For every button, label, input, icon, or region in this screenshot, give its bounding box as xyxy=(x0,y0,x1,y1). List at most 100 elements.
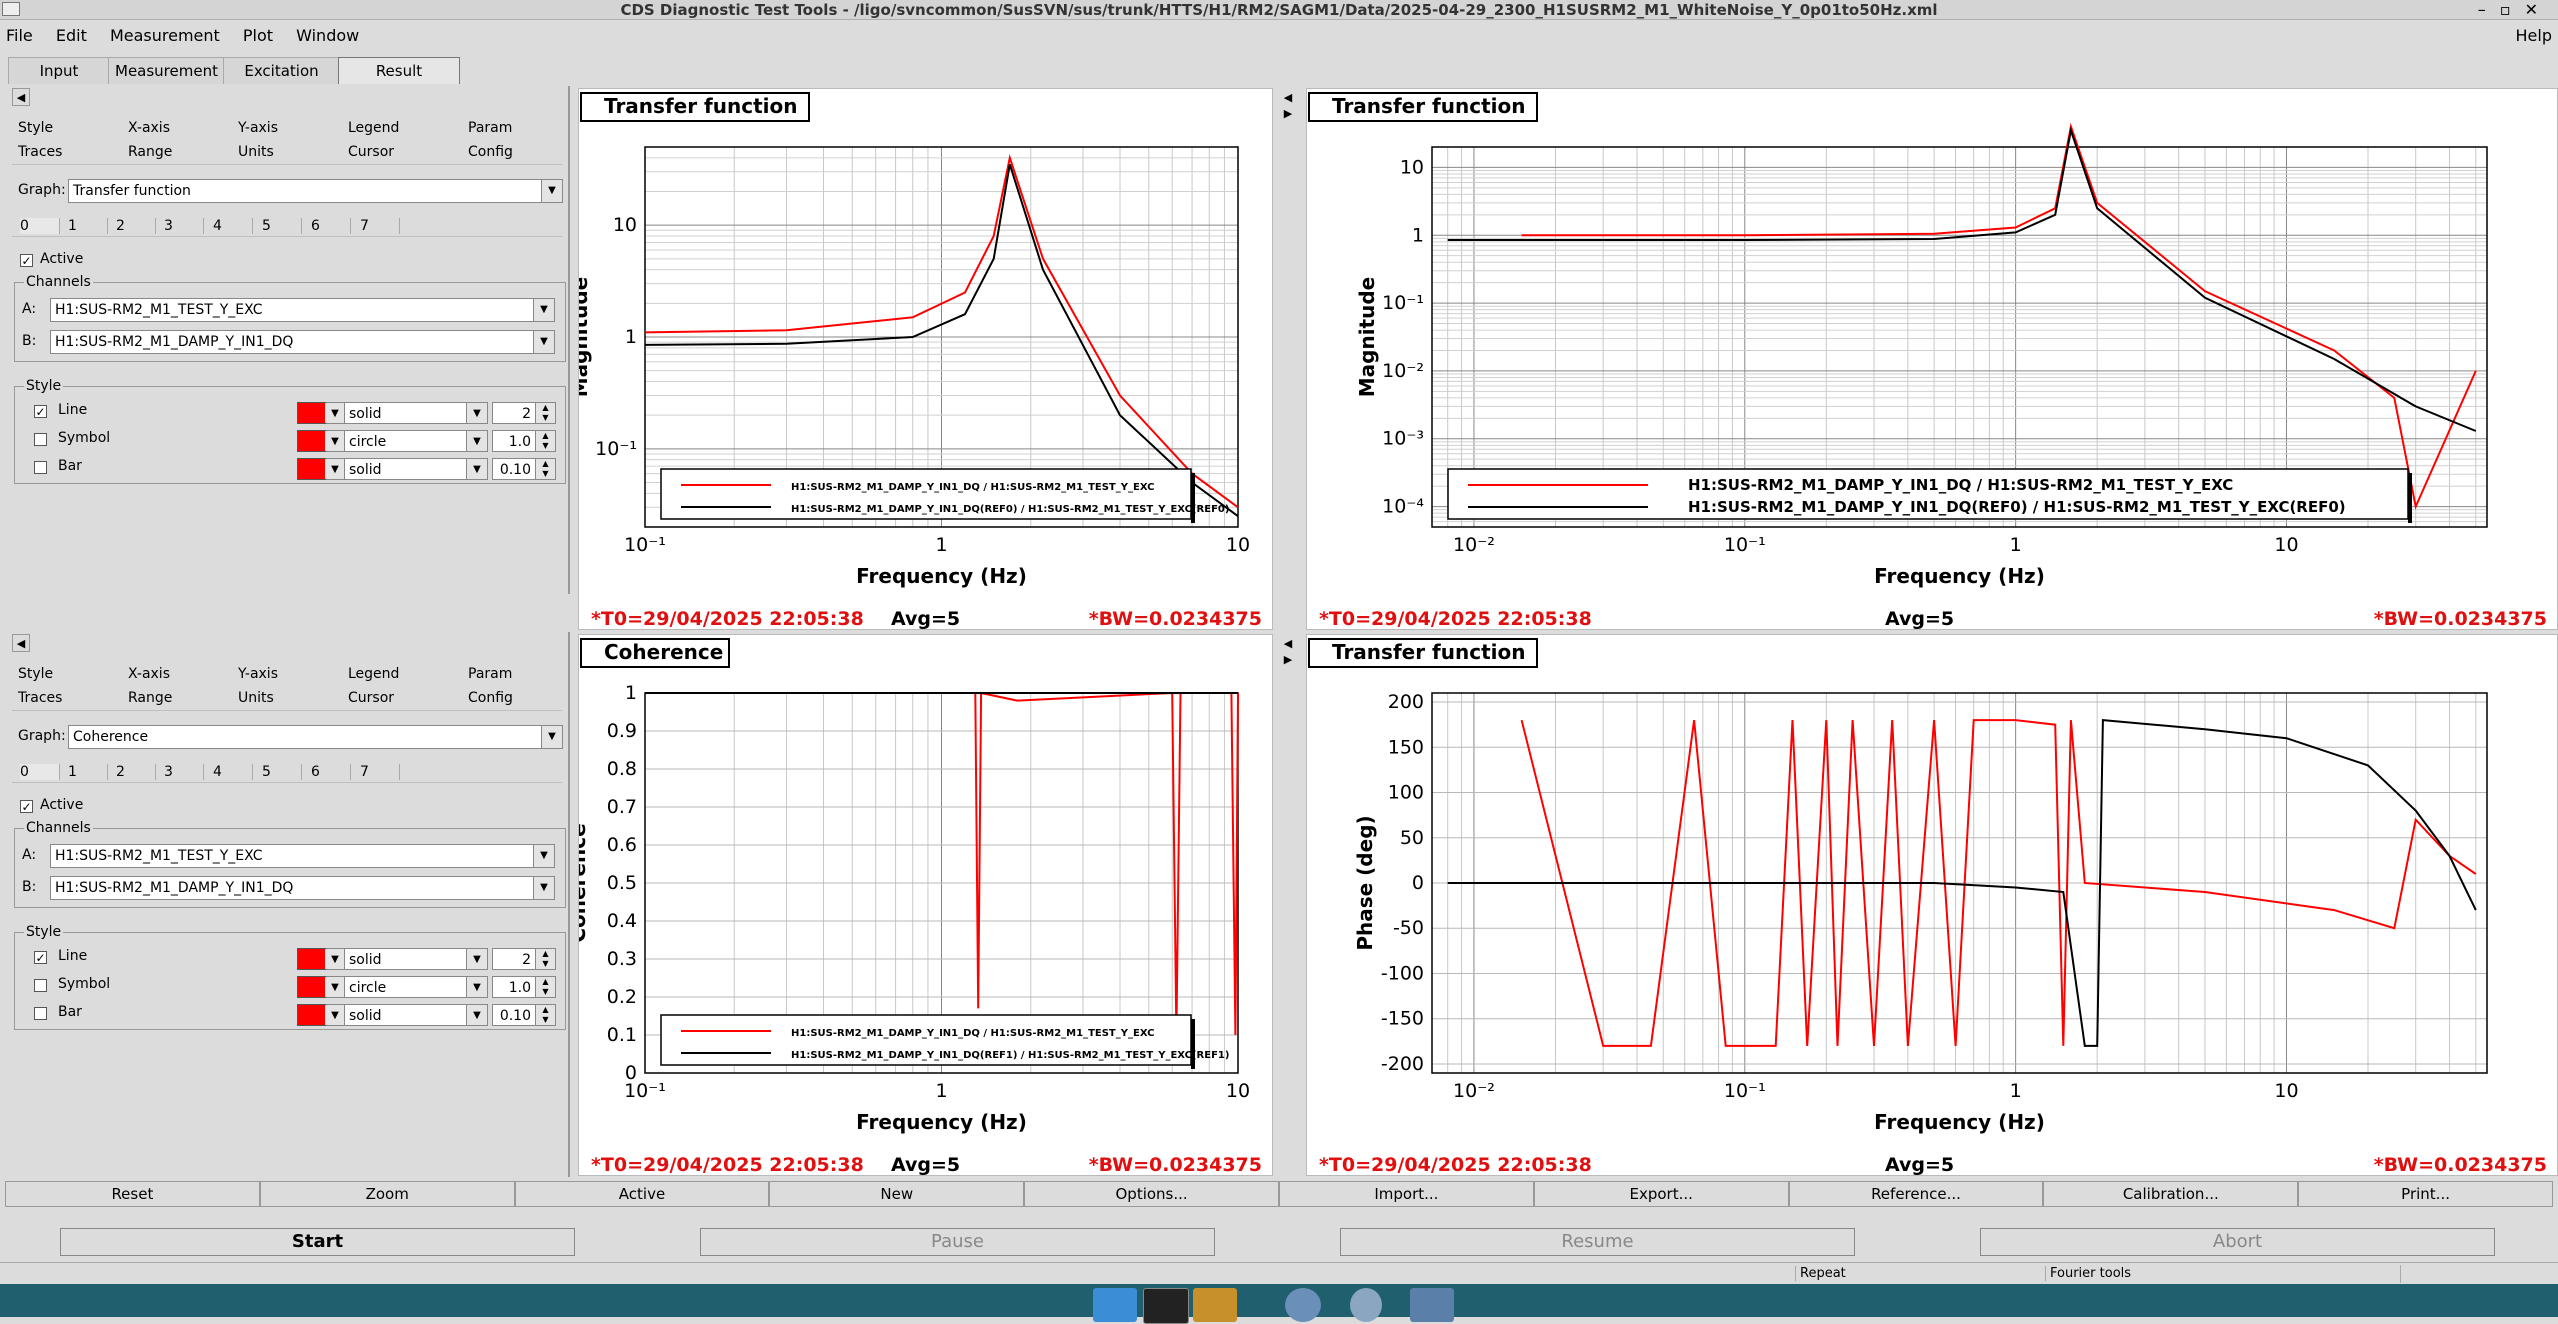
line-checkbox[interactable]: ✓ xyxy=(34,951,47,964)
chevron-down-icon[interactable]: ▼ xyxy=(533,331,554,353)
menu-measurement[interactable]: Measurement xyxy=(110,26,220,45)
subtab-y-axis[interactable]: Y-axis xyxy=(238,120,348,136)
collapse-arrow-icon[interactable]: ◀ xyxy=(12,88,30,106)
symbol-style-select[interactable]: circle ▼ xyxy=(344,976,488,998)
chevron-down-icon[interactable]: ▼ xyxy=(533,299,554,321)
reference-button[interactable]: Reference... xyxy=(1788,1181,2044,1207)
subtab-config[interactable]: Config xyxy=(468,690,568,706)
import-button[interactable]: Import... xyxy=(1279,1181,1534,1207)
channel-b-select[interactable]: H1:SUS-RM2_M1_DAMP_Y_IN1_DQ ▼ xyxy=(50,876,555,900)
subtab-legend[interactable]: Legend xyxy=(348,666,468,682)
symbol-checkbox[interactable] xyxy=(34,433,47,446)
chevron-down-icon[interactable]: ▼ xyxy=(541,726,562,748)
graph-select[interactable]: Transfer function ▼ xyxy=(68,179,563,203)
active-button[interactable]: Active xyxy=(514,1181,770,1207)
trace-tab-7[interactable]: 7 xyxy=(360,764,400,780)
symbol-checkbox[interactable] xyxy=(34,979,47,992)
bar-style-select[interactable]: solid ▼ xyxy=(344,1004,488,1026)
active-checkbox[interactable]: ✓ xyxy=(20,800,33,813)
chevron-down-icon[interactable]: ▼ xyxy=(533,877,554,899)
bar-color-swatch[interactable] xyxy=(297,458,327,480)
resume-button[interactable]: Resume xyxy=(1340,1228,1855,1256)
menu-window[interactable]: Window xyxy=(296,26,359,45)
line-color-dropdown[interactable]: ▼ xyxy=(325,948,346,970)
minimize-icon[interactable]: – xyxy=(2478,0,2500,19)
bar-style-select[interactable]: solid ▼ xyxy=(344,458,488,480)
subtab-style[interactable]: Style xyxy=(18,666,128,682)
trace-tab-2[interactable]: 2 xyxy=(116,764,156,780)
menu-edit[interactable]: Edit xyxy=(56,26,87,45)
plot-panel-2[interactable]: 10⁻² 10⁻¹ 1 10 10 1 10⁻¹ 10⁻² 10⁻³ 10⁻⁴ Frequency … xyxy=(1306,88,2558,630)
trace-tab-0[interactable]: 0 xyxy=(20,764,60,780)
subtab-range[interactable]: Range xyxy=(128,690,238,706)
chevron-down-icon[interactable]: ▼ xyxy=(325,431,345,451)
plot-svg[interactable]: 10⁻¹ 1 10 10 1 10⁻¹ Frequency (Hz) Magnitude H1:… xyxy=(579,89,1274,631)
panel-toggle-arrow-icon[interactable]: ◀ ▶ xyxy=(1280,90,1296,126)
trace-tab-3[interactable]: 3 xyxy=(164,218,204,234)
abort-button[interactable]: Abort xyxy=(1980,1228,2495,1256)
subtab-cursor[interactable]: Cursor xyxy=(348,690,468,706)
line-value-spinner[interactable]: 2 ▲ ▼ xyxy=(492,402,556,424)
calibration-button[interactable]: Calibration... xyxy=(2043,1181,2299,1207)
symbol-color-swatch[interactable] xyxy=(297,430,327,452)
start-button[interactable]: Start xyxy=(60,1228,575,1256)
symbol-color-swatch[interactable] xyxy=(297,976,327,998)
line-style-select[interactable]: solid ▼ xyxy=(344,402,488,424)
subtab-legend[interactable]: Legend xyxy=(348,120,468,136)
subtab-x-axis[interactable]: X-axis xyxy=(128,120,238,136)
line-style-select[interactable]: solid ▼ xyxy=(344,948,488,970)
menu-plot[interactable]: Plot xyxy=(243,26,273,45)
trace-tab-0[interactable]: 0 xyxy=(20,218,60,234)
menu-file[interactable]: File xyxy=(6,26,33,45)
plot-panel-4[interactable]: 10⁻² 10⁻¹ 1 10 200 150 100 50 0 -50 -100 -150 -200 Fr… xyxy=(1306,634,2558,1176)
spinner-arrows-icon[interactable]: ▲ ▼ xyxy=(535,949,555,969)
trace-tab-6[interactable]: 6 xyxy=(311,218,351,234)
trace-tab-1[interactable]: 1 xyxy=(68,218,108,234)
trace-tab-7[interactable]: 7 xyxy=(360,218,400,234)
maximize-icon[interactable]: ▫ xyxy=(2500,0,2525,19)
trace-tab-4[interactable]: 4 xyxy=(213,764,253,780)
options-button[interactable]: Options... xyxy=(1024,1181,1279,1207)
export-button[interactable]: Export... xyxy=(1533,1181,1789,1207)
subtab-param[interactable]: Param xyxy=(468,666,568,682)
tab-result[interactable]: Result xyxy=(338,57,460,84)
bar-color-swatch[interactable] xyxy=(297,1004,327,1026)
subtab-y-axis[interactable]: Y-axis xyxy=(238,666,348,682)
trace-tab-5[interactable]: 5 xyxy=(262,218,302,234)
subtab-style[interactable]: Style xyxy=(18,120,128,136)
symbol-color-dropdown[interactable]: ▼ xyxy=(325,976,346,998)
symbol-value-spinner[interactable]: 1.0 ▲ ▼ xyxy=(492,430,556,452)
window-controls[interactable]: –▫✕ xyxy=(2478,0,2552,20)
new-button[interactable]: New xyxy=(769,1181,1025,1207)
trace-tab-4[interactable]: 4 xyxy=(213,218,253,234)
print-button[interactable]: Print... xyxy=(2298,1181,2553,1207)
plot-panel-3[interactable]: 10⁻¹ 1 10 1 0.9 0.8 0.7 0.6 0.5 0.4 0.3 0.2 0.1 0 Freq… xyxy=(578,634,1273,1176)
chevron-down-icon[interactable]: ▼ xyxy=(466,459,487,479)
bar-checkbox[interactable] xyxy=(34,1007,47,1020)
tab-measurement[interactable]: Measurement xyxy=(108,57,225,84)
plot-svg[interactable]: 10⁻² 10⁻¹ 1 10 200 150 100 50 0 -50 -100 -150 -200 Fr… xyxy=(1307,635,2558,1177)
zoom-button[interactable]: Zoom xyxy=(259,1181,515,1207)
line-color-swatch[interactable] xyxy=(297,402,327,424)
subtab-config[interactable]: Config xyxy=(468,144,568,160)
subtab-cursor[interactable]: Cursor xyxy=(348,144,468,160)
chevron-down-icon[interactable]: ▼ xyxy=(533,845,554,867)
spinner-arrows-icon[interactable]: ▲ ▼ xyxy=(535,977,555,997)
chevron-down-icon[interactable]: ▼ xyxy=(466,1005,487,1025)
terminal-icon[interactable] xyxy=(1143,1288,1189,1324)
line-color-swatch[interactable] xyxy=(297,948,327,970)
trace-tab-5[interactable]: 5 xyxy=(262,764,302,780)
active-checkbox[interactable]: ✓ xyxy=(20,254,33,267)
trace-tab-1[interactable]: 1 xyxy=(68,764,108,780)
bar-value-spinner[interactable]: 0.10 ▲ ▼ xyxy=(492,1004,556,1026)
chevron-down-icon[interactable]: ▼ xyxy=(541,180,562,202)
trace-tab-2[interactable]: 2 xyxy=(116,218,156,234)
tab-excitation[interactable]: Excitation xyxy=(223,57,340,84)
plot-svg[interactable]: 10⁻² 10⁻¹ 1 10 10 1 10⁻¹ 10⁻² 10⁻³ 10⁻⁴ Frequency … xyxy=(1307,89,2558,631)
chevron-down-icon[interactable]: ▼ xyxy=(325,977,345,997)
pause-button[interactable]: Pause xyxy=(700,1228,1215,1256)
spinner-arrows-icon[interactable]: ▲ ▼ xyxy=(535,403,555,423)
spinner-arrows-icon[interactable]: ▲ ▼ xyxy=(535,459,555,479)
channel-a-select[interactable]: H1:SUS-RM2_M1_TEST_Y_EXC ▼ xyxy=(50,844,555,868)
tab-input[interactable]: Input xyxy=(8,57,110,84)
